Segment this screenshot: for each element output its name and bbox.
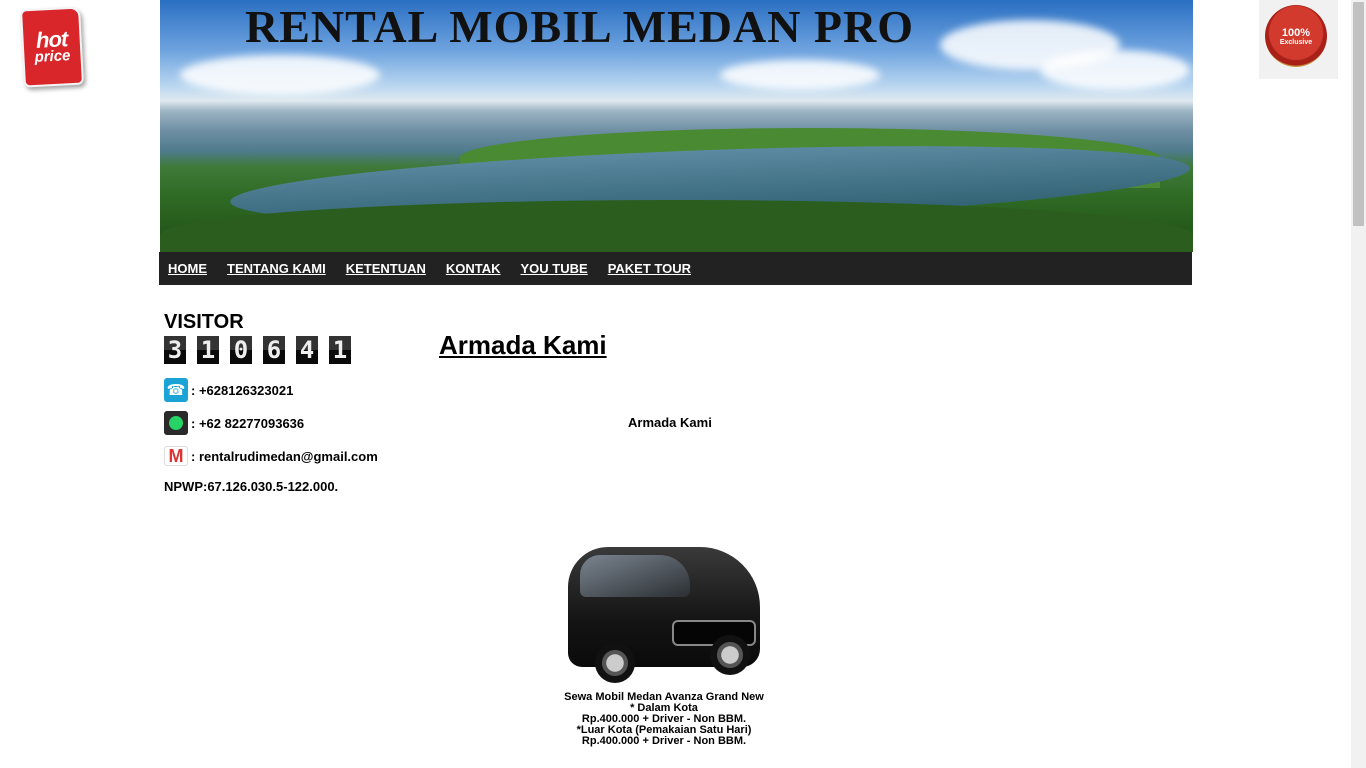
scrollbar-thumb[interactable] — [1353, 2, 1364, 226]
counter-digit: 1 — [329, 336, 351, 364]
header-banner: RENTAL MOBIL MEDAN PRO — [160, 0, 1193, 252]
page-scrollbar[interactable] — [1351, 0, 1366, 768]
site-title: RENTAL MOBIL MEDAN PRO — [245, 1, 915, 52]
hot-price-line2: price — [34, 47, 71, 67]
section-subtitle: Armada Kami — [628, 415, 712, 430]
nav-tentang-kami[interactable]: TENTANG KAMI — [227, 261, 326, 276]
contact-whatsapp: : +62 82277093636 — [164, 411, 304, 435]
counter-digit: 6 — [263, 336, 285, 364]
seal-line1: 100% — [1281, 26, 1311, 39]
contact-email: M : rentalrudimedan@gmail.com — [164, 446, 378, 466]
page-title: Armada Kami — [439, 330, 607, 360]
gmail-icon: M — [164, 446, 188, 466]
caption-line: Rp.400.000 + Driver - Non BBM. — [581, 735, 747, 747]
counter-digit: 0 — [230, 336, 252, 364]
exclusive-seal: 100% Exclusive — [1265, 5, 1327, 67]
car-caption: Sewa Mobil Medan Avanza Grand New * Dala… — [540, 692, 788, 747]
contact-phone: ☎ : +628126323021 — [164, 378, 293, 402]
exclusive-seal-container: 100% Exclusive — [1259, 0, 1338, 79]
nav-youtube[interactable]: YOU TUBE — [521, 261, 588, 276]
main-nav: HOME TENTANG KAMI KETENTUAN KONTAK YOU T… — [159, 252, 1192, 285]
phone-number: : +628126323021 — [191, 382, 294, 398]
car-image-avanza — [560, 535, 770, 690]
whatsapp-number: : +62 82277093636 — [191, 415, 305, 431]
nav-paket-tour[interactable]: PAKET TOUR — [608, 261, 691, 276]
nav-ketentuan[interactable]: KETENTUAN — [346, 261, 426, 276]
nav-home[interactable]: HOME — [168, 261, 207, 276]
counter-digit: 1 — [197, 336, 219, 364]
phone-icon: ☎ — [164, 378, 188, 402]
visitor-title: VISITOR — [164, 311, 244, 333]
seal-line2: Exclusive — [1279, 38, 1313, 46]
counter-digit: 4 — [296, 336, 318, 364]
visitor-counter: 3 1 0 6 4 1 — [164, 336, 362, 364]
hot-price-badge: hot price — [20, 6, 84, 88]
email-address: : rentalrudimedan@gmail.com — [191, 448, 378, 464]
npwp-number: NPWP:67.126.030.5-122.000. — [164, 479, 339, 494]
nav-kontak[interactable]: KONTAK — [446, 261, 501, 276]
whatsapp-icon — [164, 411, 188, 435]
counter-digit: 3 — [164, 336, 186, 364]
